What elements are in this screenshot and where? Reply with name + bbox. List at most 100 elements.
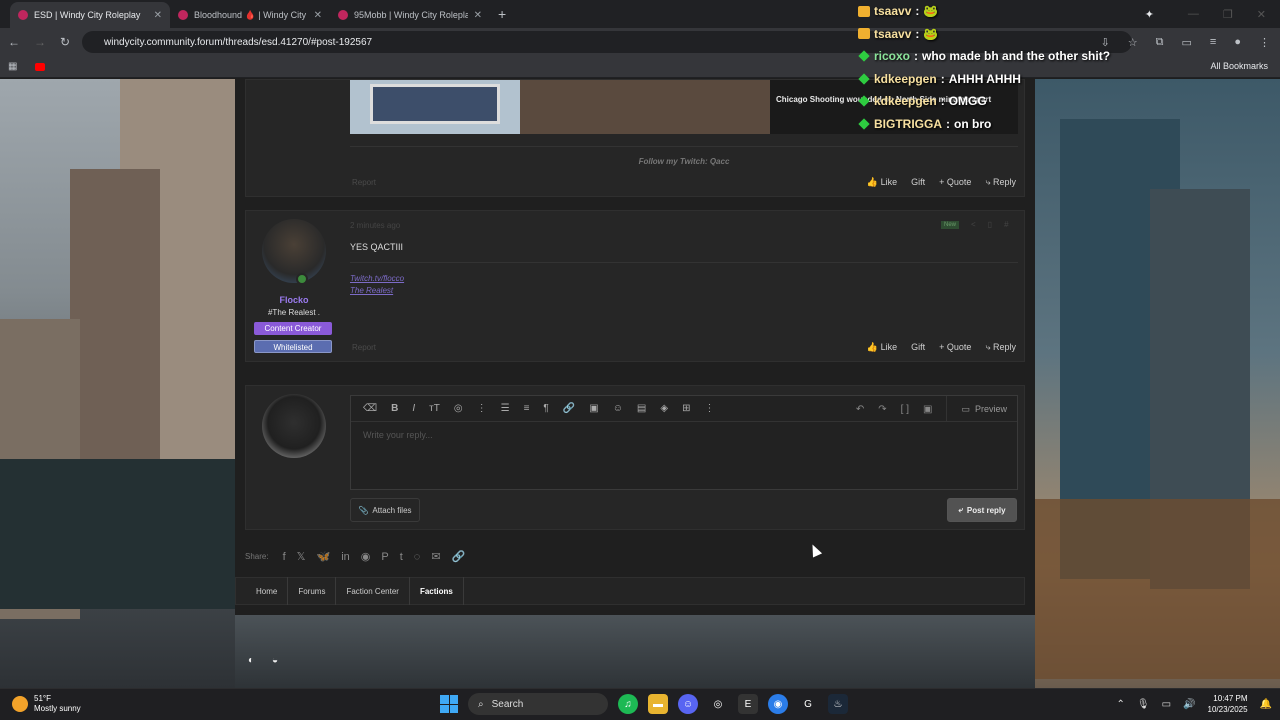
breadcrumb-factions[interactable]: Factions bbox=[410, 577, 464, 605]
report-link[interactable]: Report bbox=[352, 178, 376, 187]
profile-avatar-icon[interactable]: ● bbox=[1234, 36, 1241, 48]
breadcrumb-forums[interactable]: Forums bbox=[288, 577, 337, 605]
bookmark-star-icon[interactable]: ☆ bbox=[1128, 36, 1138, 49]
avatar[interactable] bbox=[262, 219, 326, 285]
weather-widget[interactable]: 51°F Mostly sunny bbox=[12, 694, 81, 714]
all-bookmarks-button[interactable]: All Bookmarks bbox=[1210, 61, 1268, 71]
clock[interactable]: 10:47 PM 10/23/2025 bbox=[1208, 693, 1248, 715]
emoji-icon[interactable]: ☺ bbox=[613, 403, 623, 414]
theme-toggle-icon[interactable]: ◒ bbox=[272, 655, 278, 666]
volume-icon[interactable]: 🔊 bbox=[1183, 699, 1195, 710]
linkedin-icon[interactable]: in bbox=[341, 551, 350, 563]
reading-list-icon[interactable]: ≡ bbox=[1210, 36, 1216, 48]
sidebar-icon[interactable]: ▭ bbox=[1182, 36, 1192, 49]
apps-grid-icon[interactable]: ▦ bbox=[8, 61, 17, 72]
tray-chevron-icon[interactable]: ⌃ bbox=[1117, 699, 1125, 710]
gift-button[interactable]: Gift bbox=[911, 342, 925, 353]
back-icon[interactable]: ← bbox=[8, 35, 20, 49]
browser-tab-bloodhound[interactable]: Bloodhound 🩸 | Windy City R ✕ bbox=[170, 2, 330, 28]
discord-icon[interactable]: ☺ bbox=[678, 694, 698, 714]
close-tab-icon[interactable]: ✕ bbox=[474, 10, 482, 21]
minimize-icon[interactable]: — bbox=[1188, 8, 1199, 20]
reload-icon[interactable]: ↻ bbox=[60, 35, 70, 49]
close-tab-icon[interactable]: ✕ bbox=[154, 10, 162, 21]
quote-button[interactable]: + Quote bbox=[939, 177, 971, 188]
contrast-icon[interactable]: ◐ bbox=[248, 655, 254, 666]
epic-games-icon[interactable]: E bbox=[738, 694, 758, 714]
share-icon[interactable]: < bbox=[971, 220, 976, 229]
like-button[interactable]: 👍 Like bbox=[867, 342, 897, 353]
forward-icon[interactable]: → bbox=[34, 35, 46, 49]
avatar[interactable] bbox=[262, 394, 326, 458]
color-icon[interactable]: ◎ bbox=[454, 403, 463, 414]
breadcrumb-faction-center[interactable]: Faction Center bbox=[336, 577, 410, 605]
signature-link[interactable]: Twitch.tv/flocco bbox=[350, 273, 1018, 285]
link-icon[interactable]: 🔗 bbox=[452, 550, 466, 563]
username[interactable]: Flocko bbox=[246, 295, 342, 305]
drafts-icon[interactable]: ▣ bbox=[923, 404, 932, 415]
gif-icon[interactable]: ◈ bbox=[660, 403, 668, 414]
browser-tab-95mobb[interactable]: 95Mobb | Windy City Roleplay ✕ bbox=[330, 2, 490, 28]
list-icon[interactable]: ☰ bbox=[501, 403, 510, 414]
tumblr-icon[interactable]: t bbox=[400, 551, 403, 563]
media-icon[interactable]: ▤ bbox=[637, 403, 646, 414]
reply-input[interactable]: Write your reply... bbox=[351, 422, 1017, 448]
start-icon[interactable] bbox=[440, 695, 458, 713]
table-icon[interactable]: ⊞ bbox=[682, 403, 690, 414]
whatsapp-icon[interactable]: ◌ bbox=[414, 551, 421, 563]
quote-button[interactable]: + Quote bbox=[939, 342, 971, 353]
spotify-icon[interactable]: ♫ bbox=[618, 694, 638, 714]
reply-button[interactable]: ⤷ Reply bbox=[985, 177, 1016, 188]
obs-icon[interactable]: ◎ bbox=[708, 694, 728, 714]
file-explorer-icon[interactable]: ▬ bbox=[648, 694, 668, 714]
post-timestamp[interactable]: 2 minutes ago bbox=[350, 221, 400, 230]
like-button[interactable]: 👍 Like bbox=[867, 177, 897, 188]
browser-tab-esd[interactable]: ESD | Windy City Roleplay ✕ bbox=[10, 2, 170, 28]
clear-format-icon[interactable]: ⌫ bbox=[363, 403, 377, 414]
post-image[interactable] bbox=[520, 80, 770, 134]
display-icon[interactable]: ▭ bbox=[1162, 699, 1171, 710]
italic-icon[interactable]: I bbox=[412, 403, 415, 414]
extensions-icon[interactable]: ⧉ bbox=[1156, 36, 1164, 49]
bluesky-icon[interactable]: 🦋 bbox=[317, 550, 331, 563]
signature-link[interactable]: The Realest bbox=[350, 285, 1018, 297]
report-link[interactable]: Report bbox=[352, 343, 376, 352]
close-window-icon[interactable]: ✕ bbox=[1257, 8, 1266, 21]
bold-icon[interactable]: B bbox=[391, 403, 398, 414]
paragraph-icon[interactable]: ¶ bbox=[543, 403, 548, 414]
more-options-icon[interactable]: ⋮ bbox=[704, 403, 714, 414]
gift-button[interactable]: Gift bbox=[911, 177, 925, 188]
x-icon[interactable]: 𝕏 bbox=[297, 550, 306, 563]
taskbar-search[interactable]: ⌕ Search bbox=[468, 693, 608, 715]
app-icon[interactable]: G bbox=[798, 694, 818, 714]
new-tab-icon[interactable]: + bbox=[490, 6, 514, 28]
notification-icon[interactable]: 🔔 bbox=[1260, 699, 1272, 710]
bookmark-icon[interactable]: ▯ bbox=[988, 220, 992, 229]
facebook-icon[interactable]: f bbox=[283, 551, 286, 563]
microphone-icon[interactable]: 🎙 bbox=[1137, 699, 1150, 710]
toggle-bbcode-icon[interactable]: [ ] bbox=[901, 404, 909, 415]
breadcrumb-home[interactable]: Home bbox=[246, 577, 289, 605]
close-tab-icon[interactable]: ✕ bbox=[314, 10, 322, 21]
post-image[interactable] bbox=[350, 80, 520, 134]
menu-icon[interactable]: ⋮ bbox=[1259, 36, 1270, 49]
email-icon[interactable]: ✉ bbox=[431, 550, 440, 563]
undo-icon[interactable]: ↶ bbox=[856, 404, 864, 415]
attach-files-button[interactable]: 📎 Attach files bbox=[350, 498, 420, 522]
pinterest-icon[interactable]: P bbox=[381, 551, 388, 563]
redo-icon[interactable]: ↷ bbox=[878, 404, 886, 415]
more-icon[interactable]: ⋮ bbox=[477, 403, 487, 414]
post-number-icon[interactable]: # bbox=[1004, 220, 1008, 229]
gemini-icon[interactable]: ✦ bbox=[1145, 8, 1154, 21]
link-icon[interactable]: 🔗 bbox=[563, 403, 575, 414]
align-icon[interactable]: ≡ bbox=[524, 403, 530, 414]
youtube-icon[interactable] bbox=[35, 62, 46, 71]
maximize-icon[interactable]: ❐ bbox=[1223, 8, 1233, 21]
post-reply-button[interactable]: ⤶ Post reply bbox=[947, 498, 1017, 522]
reddit-icon[interactable]: ◉ bbox=[361, 550, 371, 563]
image-icon[interactable]: ▣ bbox=[589, 403, 598, 414]
steam-icon[interactable]: ♨ bbox=[828, 694, 848, 714]
chrome-icon[interactable]: ◉ bbox=[768, 694, 788, 714]
preview-button[interactable]: ▭ Preview bbox=[946, 396, 1007, 422]
text-size-icon[interactable]: тT bbox=[429, 403, 440, 414]
